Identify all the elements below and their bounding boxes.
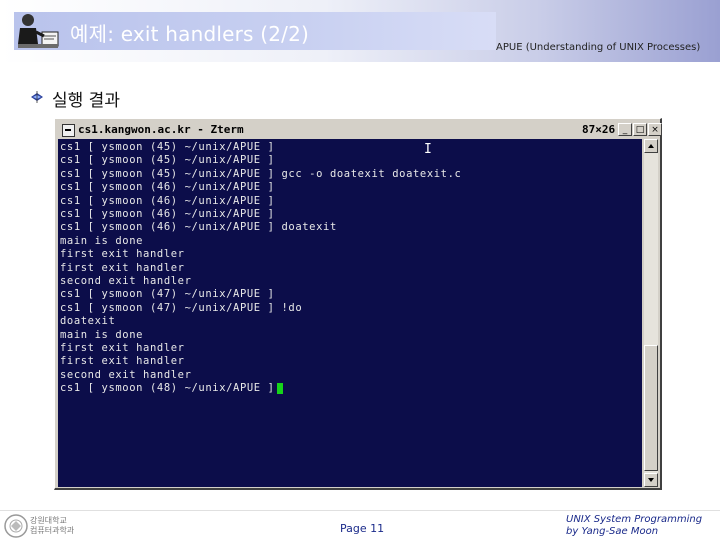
terminal-line: cs1 [ ysmoon (46) ~/unix/APUE ] (60, 208, 275, 220)
window-size-label: 87×26 (582, 123, 616, 136)
vertical-scrollbar[interactable] (644, 139, 658, 487)
window-title: cs1.kangwon.ac.kr - Zterm (78, 123, 244, 136)
terminal-line: cs1 [ ysmoon (48) ~/unix/APUE ] (60, 382, 282, 395)
logo-line-2: 컴퓨터과학과 (30, 526, 75, 535)
page-number: Page 11 (340, 522, 385, 535)
footer-credit: UNIX System Programming by Yang-Sae Moon (566, 514, 716, 538)
close-button[interactable]: × (648, 123, 662, 136)
section-heading: 실행 결과 (52, 91, 120, 111)
text-cursor-icon: I (424, 142, 432, 157)
scroll-down-icon[interactable] (644, 473, 658, 487)
terminal-line: main is done (60, 328, 144, 341)
terminal-line: main is done (60, 234, 144, 247)
terminal-line: cs1 [ ysmoon (46) ~/unix/APUE ] (60, 194, 275, 207)
terminal-line: second exit handler (60, 275, 192, 287)
slide-subtitle: APUE (Understanding of UNIX Processes) (496, 42, 701, 53)
slide-title: 예제: exit handlers (2/2) (70, 22, 309, 46)
terminal-line: cs1 [ ysmoon (45) ~/unix/APUE ] (60, 154, 275, 167)
terminal-icon[interactable] (62, 124, 75, 137)
terminal-line: cs1 [ ysmoon (47) ~/unix/APUE ] !do (60, 301, 303, 314)
terminal-line: cs1 [ ysmoon (47) ~/unix/APUE ] (60, 288, 275, 301)
terminal-line: doatexit (60, 315, 116, 328)
maximize-button[interactable]: □ (633, 123, 647, 136)
logo-line-1: 강원대학교 (30, 516, 67, 525)
minimize-button[interactable]: _ (618, 123, 632, 136)
terminal-line: first exit handler (60, 261, 185, 274)
terminal-line: cs1 [ ysmoon (45) ~/unix/APUE ] (60, 141, 275, 153)
terminal-line: cs1 [ ysmoon (45) ~/unix/APUE ] gcc -o d… (60, 167, 462, 180)
terminal-window[interactable]: cs1.kangwon.ac.kr - Zterm 87×26 _ □ × I … (54, 118, 662, 490)
terminal-line: second exit handler (60, 368, 192, 381)
bullet-icon (31, 91, 43, 103)
terminal-output[interactable]: I cs1 [ ysmoon (45) ~/unix/APUE ] cs1 [ y… (58, 139, 642, 487)
presenter-icon (18, 14, 59, 48)
terminal-line: first exit handler (60, 355, 185, 368)
scroll-up-icon[interactable] (644, 139, 658, 153)
scroll-thumb[interactable] (644, 345, 658, 471)
terminal-cursor (277, 383, 283, 395)
university-logo-text: 강원대학교 컴퓨터과학과 (30, 516, 74, 536)
terminal-line: first exit handler (60, 342, 185, 354)
footer-divider (0, 510, 720, 511)
terminal-line: cs1 [ ysmoon (46) ~/unix/APUE ] doatexit (60, 221, 337, 234)
terminal-line: first exit handler (60, 248, 185, 261)
window-titlebar[interactable]: cs1.kangwon.ac.kr - Zterm 87×26 _ □ × (58, 121, 662, 139)
terminal-line: cs1 [ ysmoon (46) ~/unix/APUE ] (60, 181, 275, 194)
footer-course: UNIX System Programming (566, 514, 703, 525)
footer-author: by Yang-Sae Moon (566, 526, 659, 537)
